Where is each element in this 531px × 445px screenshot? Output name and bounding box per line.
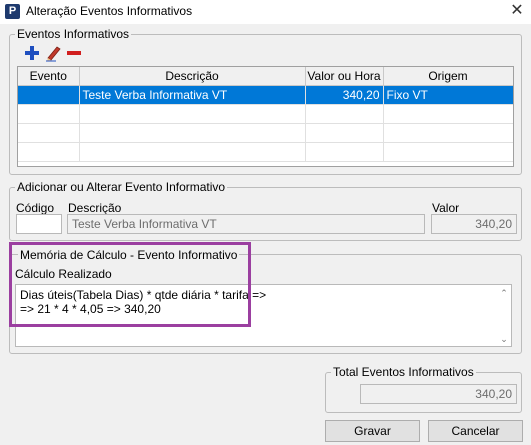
cancelar-button[interactable]: Cancelar — [428, 420, 523, 442]
column-header-origem[interactable]: Origem — [383, 67, 513, 86]
title-bar: P Alteração Eventos Informativos ✕ — [0, 0, 531, 25]
cell-valor[interactable]: 340,20 — [305, 85, 384, 105]
pencil-icon — [46, 46, 61, 62]
codigo-label: Código — [16, 201, 55, 215]
eventos-group-label: Eventos Informativos — [15, 27, 132, 41]
column-header-evento[interactable]: Evento — [18, 67, 80, 86]
edit-event-button[interactable] — [45, 44, 61, 62]
table-row-empty[interactable] — [18, 123, 513, 143]
close-icon[interactable]: ✕ — [506, 1, 528, 21]
highlight-box — [9, 242, 251, 327]
cancelar-button-label: Cancelar — [451, 424, 500, 438]
table-row-empty[interactable] — [18, 142, 513, 162]
descricao-label: Descrição — [68, 201, 122, 215]
total-group-label: Total Eventos Informativos — [331, 365, 476, 379]
add-event-button[interactable] — [24, 45, 40, 61]
window-title: Alteração Eventos Informativos — [26, 4, 193, 18]
valor-label: Valor — [432, 201, 460, 215]
eventos-grid[interactable]: Evento Descrição Valor ou Hora Origem Te… — [17, 66, 514, 167]
descricao-field[interactable]: Teste Verba Informativa VT — [67, 214, 425, 234]
app-logo-icon: P — [5, 4, 20, 19]
minus-icon — [67, 51, 81, 55]
scroll-down-icon[interactable]: ⌄ — [498, 333, 510, 345]
gravar-button-label: Gravar — [354, 424, 391, 438]
table-row-empty[interactable] — [18, 104, 513, 124]
total-field[interactable]: 340,20 — [360, 384, 517, 404]
table-row[interactable]: Teste Verba Informativa VT 340,20 Fixo V… — [18, 85, 513, 105]
cell-descricao[interactable]: Teste Verba Informativa VT — [79, 85, 306, 105]
cell-evento[interactable] — [18, 85, 80, 105]
gravar-button[interactable]: Gravar — [325, 420, 420, 442]
valor-field[interactable]: 340,20 — [431, 214, 517, 234]
cell-origem[interactable]: Fixo VT — [383, 85, 513, 105]
column-header-descricao[interactable]: Descrição — [79, 67, 306, 86]
column-header-valor[interactable]: Valor ou Hora — [305, 67, 384, 86]
scroll-up-icon[interactable]: ⌃ — [498, 287, 510, 299]
plus-icon — [25, 46, 39, 60]
form-group-label: Adicionar ou Alterar Evento Informativo — [15, 180, 228, 194]
grid-header-row: Evento Descrição Valor ou Hora Origem — [18, 67, 513, 86]
codigo-field[interactable] — [16, 214, 62, 234]
remove-event-button[interactable] — [66, 45, 82, 61]
